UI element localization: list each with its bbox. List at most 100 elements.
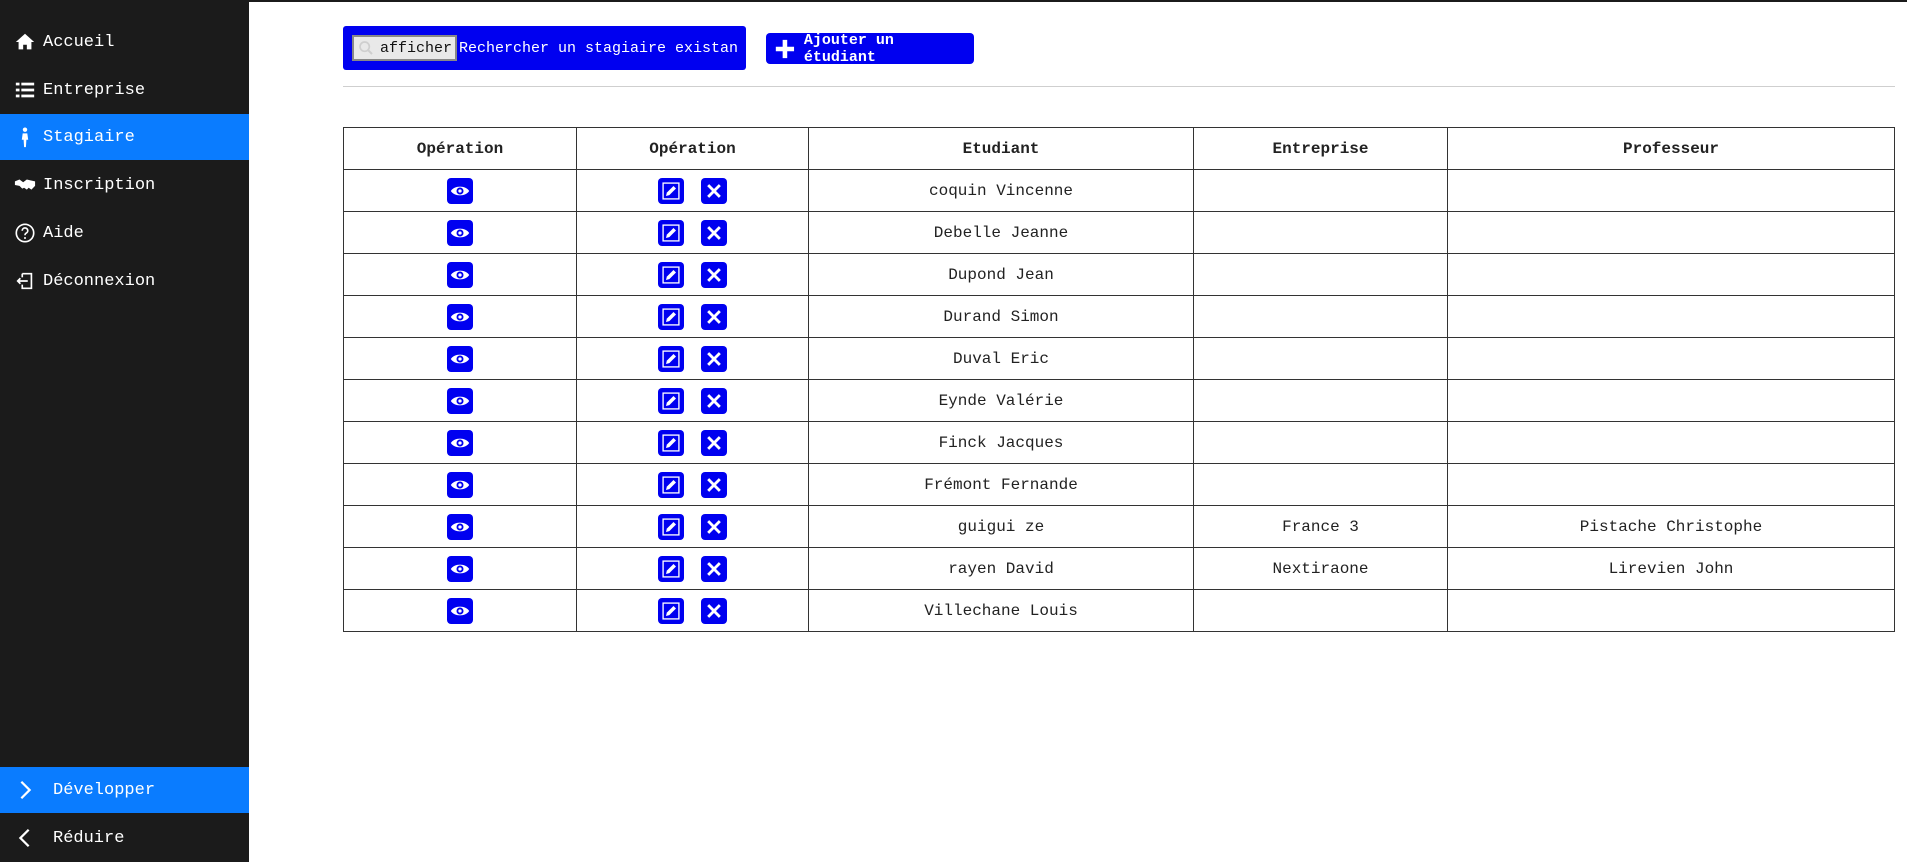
view-button[interactable] bbox=[447, 303, 473, 330]
delete-button[interactable] bbox=[701, 597, 727, 624]
table-row: guigui ze France 3 Pistache Christophe bbox=[343, 505, 1895, 548]
eye-icon bbox=[450, 601, 470, 621]
view-cell bbox=[343, 295, 577, 338]
view-button[interactable] bbox=[447, 471, 473, 498]
column-header-operation: Opération bbox=[343, 127, 577, 170]
close-icon bbox=[704, 559, 724, 579]
pencil-icon bbox=[661, 307, 681, 327]
divider bbox=[343, 86, 1895, 87]
delete-button[interactable] bbox=[701, 555, 727, 582]
cell-etudiant: Frémont Fernande bbox=[808, 463, 1194, 506]
view-button[interactable] bbox=[447, 177, 473, 204]
delete-button[interactable] bbox=[701, 219, 727, 246]
delete-button[interactable] bbox=[701, 387, 727, 414]
table-row: Durand Simon bbox=[343, 295, 1895, 338]
edit-button[interactable] bbox=[658, 471, 684, 498]
eye-icon bbox=[450, 307, 470, 327]
search-button[interactable]: afficher bbox=[352, 35, 458, 61]
view-button[interactable] bbox=[447, 219, 473, 246]
list-icon bbox=[14, 79, 36, 101]
delete-button[interactable] bbox=[701, 471, 727, 498]
sidebar-item-inscription[interactable]: Inscription bbox=[0, 162, 249, 208]
edit-button[interactable] bbox=[658, 555, 684, 582]
cell-etudiant: Eynde Valérie bbox=[808, 379, 1194, 422]
edit-delete-cell bbox=[576, 463, 809, 506]
cell-entreprise bbox=[1193, 337, 1448, 380]
table-row: Frémont Fernande bbox=[343, 463, 1895, 506]
view-button[interactable] bbox=[447, 345, 473, 372]
cell-entreprise bbox=[1193, 211, 1448, 254]
delete-button[interactable] bbox=[701, 513, 727, 540]
close-icon bbox=[704, 517, 724, 537]
table-row: Dupond Jean bbox=[343, 253, 1895, 296]
handshake-icon bbox=[14, 174, 36, 196]
cell-professeur bbox=[1447, 295, 1895, 338]
collapse-sidebar-button[interactable]: Réduire bbox=[0, 815, 249, 861]
cell-etudiant: Duval Eric bbox=[808, 337, 1194, 380]
sidebar-item-entreprise[interactable]: Entreprise bbox=[0, 67, 249, 113]
logout-icon bbox=[14, 270, 36, 292]
edit-delete-cell bbox=[576, 337, 809, 380]
column-header-entreprise: Entreprise bbox=[1193, 127, 1448, 170]
edit-delete-cell bbox=[576, 295, 809, 338]
column-header-etudiant: Etudiant bbox=[808, 127, 1194, 170]
edit-button[interactable] bbox=[658, 177, 684, 204]
view-cell bbox=[343, 169, 577, 212]
pencil-icon bbox=[661, 475, 681, 495]
delete-button[interactable] bbox=[701, 303, 727, 330]
delete-button[interactable] bbox=[701, 345, 727, 372]
view-cell bbox=[343, 337, 577, 380]
table-header-row: Opération Opération Etudiant Entreprise … bbox=[343, 127, 1895, 170]
view-button[interactable] bbox=[447, 597, 473, 624]
edit-button[interactable] bbox=[658, 597, 684, 624]
add-student-button[interactable]: Ajouter un étudiant bbox=[766, 32, 974, 66]
cell-etudiant: Durand Simon bbox=[808, 295, 1194, 338]
sidebar-item-stagiaire[interactable]: Stagiaire bbox=[0, 114, 249, 160]
sidebar-item-label: Inscription bbox=[43, 175, 156, 195]
sidebar-item-accueil[interactable]: Accueil bbox=[0, 19, 249, 65]
chevron-right-icon bbox=[14, 779, 36, 801]
expand-sidebar-button[interactable]: Développer bbox=[0, 767, 249, 813]
view-button[interactable] bbox=[447, 513, 473, 540]
edit-button[interactable] bbox=[658, 345, 684, 372]
edit-button[interactable] bbox=[658, 261, 684, 288]
column-header-professeur: Professeur bbox=[1447, 127, 1895, 170]
view-cell bbox=[343, 421, 577, 464]
cell-entreprise bbox=[1193, 421, 1448, 464]
top-border bbox=[0, 0, 1907, 2]
edit-button[interactable] bbox=[658, 303, 684, 330]
expand-label: Développer bbox=[53, 780, 156, 800]
eye-icon bbox=[450, 475, 470, 495]
delete-button[interactable] bbox=[701, 177, 727, 204]
search-input[interactable] bbox=[457, 39, 738, 57]
edit-delete-cell bbox=[576, 589, 809, 632]
view-button[interactable] bbox=[447, 555, 473, 582]
view-button[interactable] bbox=[447, 261, 473, 288]
edit-button[interactable] bbox=[658, 513, 684, 540]
sidebar: Accueil Entreprise Stagiaire Inscription… bbox=[0, 0, 249, 862]
cell-entreprise: France 3 bbox=[1193, 505, 1448, 548]
cell-etudiant: Dupond Jean bbox=[808, 253, 1194, 296]
table-row: rayen David Nextiraone Lirevien John bbox=[343, 547, 1895, 590]
delete-button[interactable] bbox=[701, 261, 727, 288]
edit-button[interactable] bbox=[658, 387, 684, 414]
edit-button[interactable] bbox=[658, 429, 684, 456]
view-cell bbox=[343, 211, 577, 254]
search-icon bbox=[359, 41, 373, 55]
sidebar-item-deconnexion[interactable]: Déconnexion bbox=[0, 258, 249, 304]
question-icon bbox=[14, 222, 36, 244]
view-button[interactable] bbox=[447, 387, 473, 414]
sidebar-item-aide[interactable]: Aide bbox=[0, 210, 249, 256]
edit-delete-cell bbox=[576, 169, 809, 212]
students-table: Opération Opération Etudiant Entreprise … bbox=[343, 127, 1895, 632]
edit-button[interactable] bbox=[658, 219, 684, 246]
close-icon bbox=[704, 181, 724, 201]
eye-icon bbox=[450, 559, 470, 579]
view-button[interactable] bbox=[447, 429, 473, 456]
cell-professeur bbox=[1447, 421, 1895, 464]
eye-icon bbox=[450, 223, 470, 243]
cell-etudiant: Finck Jacques bbox=[808, 421, 1194, 464]
cell-entreprise bbox=[1193, 589, 1448, 632]
pencil-icon bbox=[661, 601, 681, 621]
delete-button[interactable] bbox=[701, 429, 727, 456]
